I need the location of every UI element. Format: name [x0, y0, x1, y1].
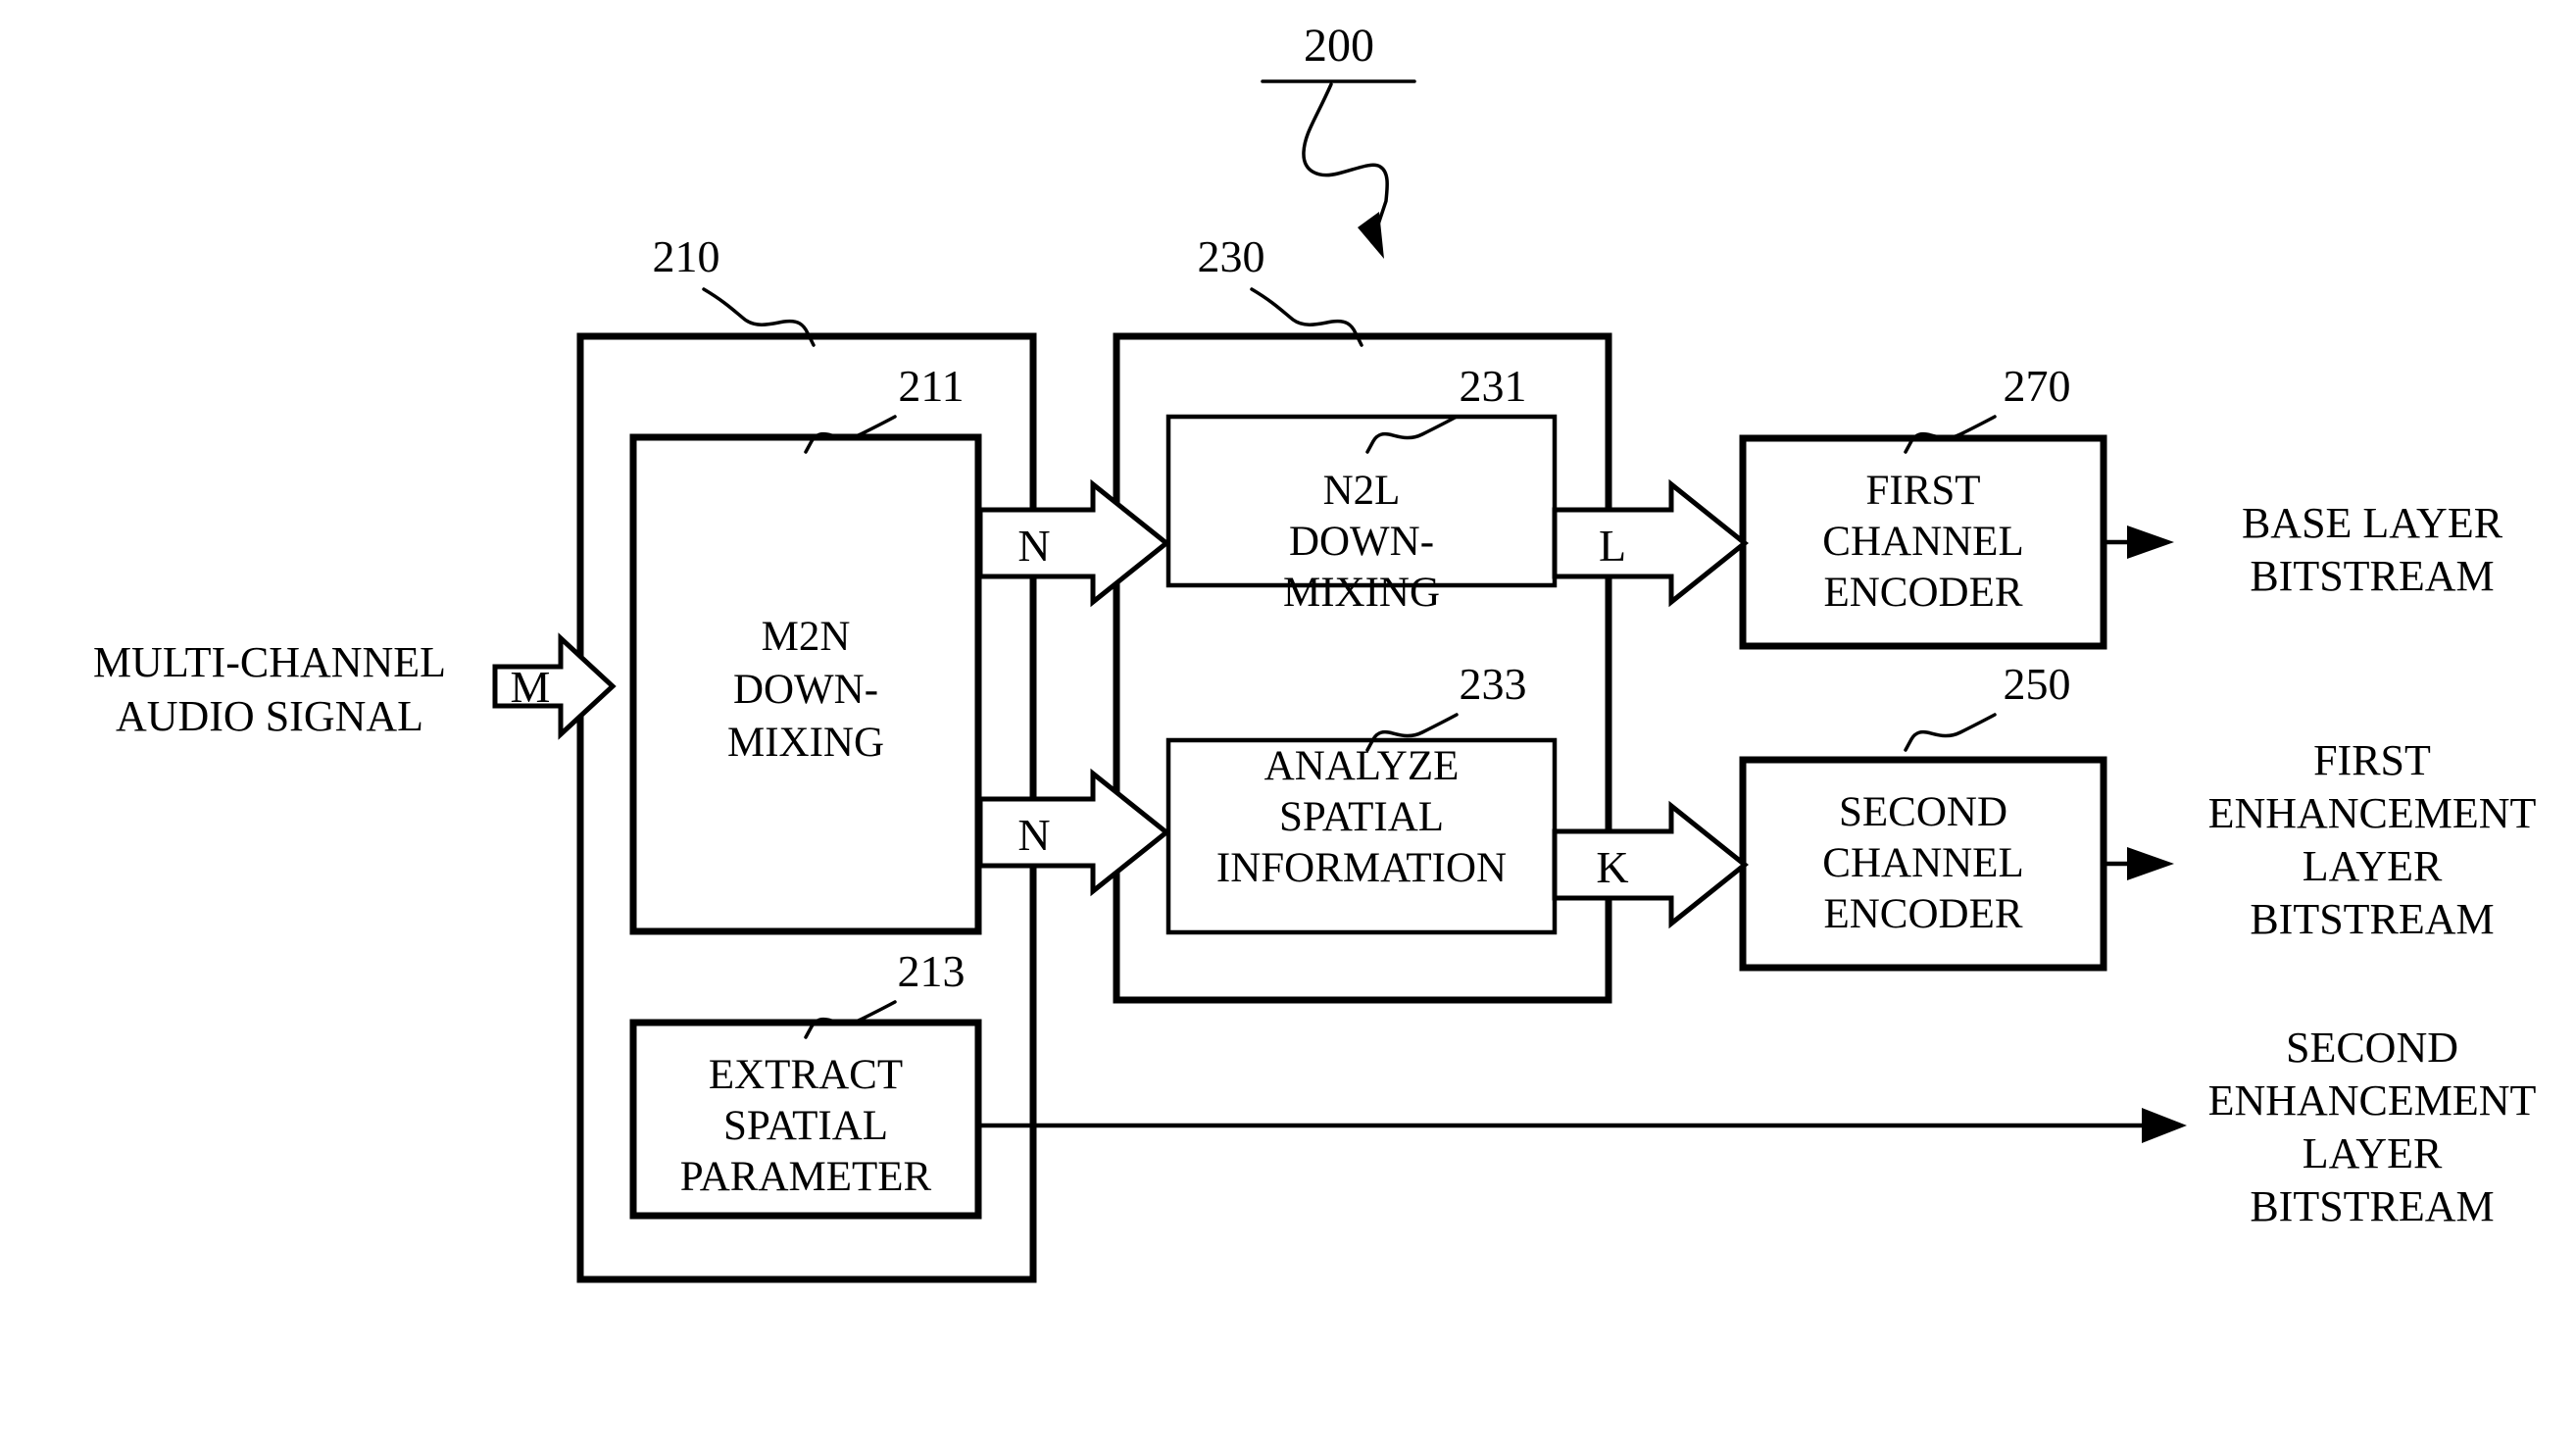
block-211: 211 M2N DOWN- MIXING [629, 361, 982, 935]
channel-arrow-n-top: N [977, 478, 1171, 608]
ref-231-leader [1365, 415, 1459, 454]
channel-arrow-m: M [492, 632, 617, 740]
k-channel-label: K [1596, 842, 1628, 892]
base-layer-connector [2104, 525, 2174, 559]
second-enh-line-1: SECOND [2286, 1024, 2458, 1072]
first-enh-line-4: BITSTREAM [2250, 895, 2494, 943]
m2n-line-2: DOWN- [733, 667, 878, 713]
block-231: 231 N2L DOWN- MIXING [1165, 361, 1558, 616]
l-channel-label: L [1599, 521, 1626, 571]
second-enh-line-4: BITSTREAM [2250, 1182, 2494, 1230]
output-base-layer-bitstream: BASE LAYER BITSTREAM [2242, 499, 2503, 600]
first-encoder-line-3: ENCODER [1823, 570, 2022, 616]
first-enh-line-1: FIRST [2313, 736, 2431, 784]
input-label-line-1: MULTI-CHANNEL [93, 638, 446, 686]
l-block-arrow-shape [1552, 478, 1750, 608]
first-enh-line-2: ENHANCEMENT [2208, 789, 2537, 837]
block-270: 270 FIRST CHANNEL ENCODER [1739, 361, 2107, 650]
patent-figure: 200 210 211 M2N DOWN- MIXING 213 EXTRACT [0, 0, 2576, 1450]
n2l-line-2: DOWN- [1289, 519, 1434, 565]
extract-line-3: PARAMETER [680, 1154, 932, 1200]
channel-arrow-k: K [1552, 800, 1750, 929]
ref-213-text: 213 [898, 946, 966, 996]
ref-210-text: 210 [653, 231, 720, 281]
second-enhancement-arrowhead [2142, 1108, 2187, 1143]
extract-line-2: SPATIAL [723, 1103, 888, 1149]
output-first-enhancement-layer-bitstream: FIRST ENHANCEMENT LAYER BITSTREAM [2208, 736, 2537, 943]
second-enhancement-connector [978, 1108, 2187, 1143]
ref-211-text: 211 [898, 361, 964, 411]
base-layer-line-2: BITSTREAM [2250, 552, 2494, 600]
spatial-container-box [1113, 332, 1612, 1004]
k-block-arrow-shape [1552, 800, 1750, 929]
block-213: 213 EXTRACT SPATIAL PARAMETER [629, 946, 982, 1220]
n-bottom-block-arrow-shape [977, 768, 1171, 897]
block-250: 250 SECOND CHANNEL ENCODER [1739, 659, 2107, 972]
first-encoder-line-2: CHANNEL [1822, 519, 2023, 565]
analyze-line-1: ANALYZE [1264, 743, 1460, 789]
n-bottom-channel-label: N [1017, 810, 1050, 860]
ref-230-text: 230 [1198, 231, 1265, 281]
figure-reference-200: 200 [1261, 20, 1416, 259]
first-enhancement-arrowhead [2127, 847, 2174, 880]
ref-270-leader [1904, 415, 1997, 454]
output-second-enhancement-layer-bitstream: SECOND ENHANCEMENT LAYER BITSTREAM [2208, 1024, 2537, 1230]
extract-line-1: EXTRACT [709, 1052, 903, 1098]
m2n-line-3: MIXING [727, 720, 884, 766]
base-layer-arrowhead [2127, 525, 2174, 559]
ref-231-text: 231 [1460, 361, 1527, 411]
ref-250-leader [1904, 713, 1997, 752]
second-enh-line-2: ENHANCEMENT [2208, 1076, 2537, 1125]
second-encoder-line-2: CHANNEL [1822, 840, 2023, 886]
n2l-line-3: MIXING [1283, 570, 1440, 616]
n-top-block-arrow-shape [977, 478, 1171, 608]
m-channel-label: M [511, 662, 551, 712]
channel-arrow-n-bottom: N [977, 768, 1171, 897]
ref-233-text: 233 [1460, 659, 1527, 709]
block-diagram-canvas: 200 210 211 M2N DOWN- MIXING 213 EXTRACT [93, 20, 2537, 1283]
ref-250-text: 250 [2004, 659, 2071, 709]
n2l-line-1: N2L [1323, 468, 1401, 514]
second-enh-line-3: LAYER [2303, 1129, 2443, 1177]
analyze-line-3: INFORMATION [1216, 845, 1507, 891]
ref-270-text: 270 [2004, 361, 2071, 411]
block-233: 233 ANALYZE SPATIAL INFORMATION [1165, 659, 1558, 935]
second-encoder-line-3: ENCODER [1823, 891, 2022, 937]
figure-number-text: 200 [1304, 20, 1374, 72]
n-top-channel-label: N [1017, 521, 1050, 571]
channel-arrow-l: L [1552, 478, 1750, 608]
input-label-line-2: AUDIO SIGNAL [116, 692, 423, 740]
m2n-line-1: M2N [762, 614, 851, 660]
first-enhancement-connector [2104, 847, 2174, 880]
input-signal-label: MULTI-CHANNEL AUDIO SIGNAL [93, 638, 446, 740]
first-enh-line-3: LAYER [2303, 842, 2443, 890]
analyze-line-2: SPATIAL [1279, 794, 1444, 840]
first-encoder-line-1: FIRST [1865, 468, 1980, 514]
second-encoder-line-1: SECOND [1839, 789, 2007, 835]
base-layer-line-1: BASE LAYER [2242, 499, 2503, 547]
